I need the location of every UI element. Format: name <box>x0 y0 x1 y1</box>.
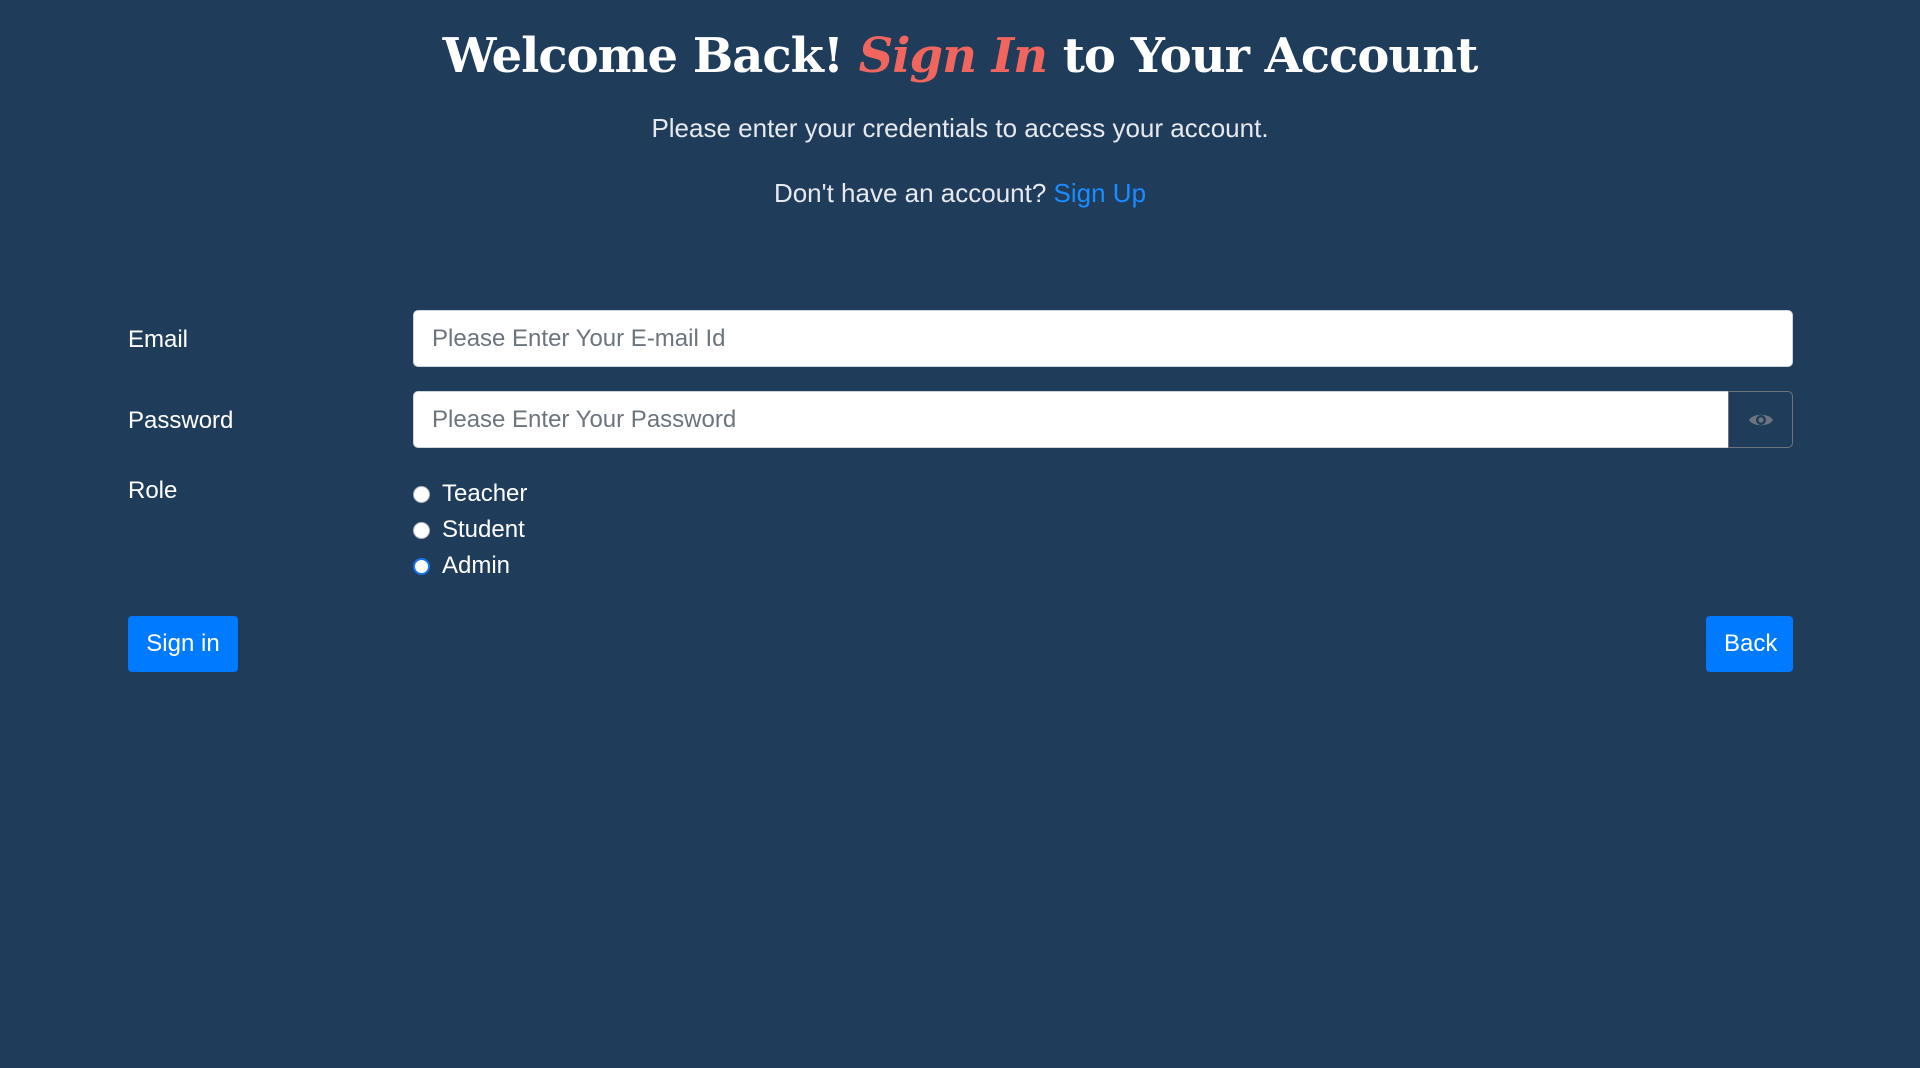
sign-in-button[interactable]: Sign in <box>128 616 238 672</box>
page-title: Welcome Back! Sign In to Your Account <box>0 28 1920 84</box>
role-option-teacher[interactable]: Teacher <box>413 476 527 512</box>
email-field[interactable] <box>413 310 1793 367</box>
signup-link[interactable]: Sign Up <box>1054 178 1147 208</box>
role-radio-student[interactable] <box>413 521 430 539</box>
password-label: Password <box>128 407 234 434</box>
password-field[interactable] <box>413 391 1729 448</box>
role-option-label: Admin <box>442 552 511 579</box>
role-option-label: Teacher <box>442 480 528 507</box>
role-option-label: Student <box>442 516 525 543</box>
title-accent: Sign In <box>858 28 1048 84</box>
role-option-admin[interactable]: Admin <box>413 548 527 584</box>
role-option-student[interactable]: Student <box>413 512 527 548</box>
signup-prompt: Don't have an account? <box>773 178 1054 208</box>
role-label: Role <box>128 477 178 504</box>
back-button[interactable]: Back <box>1706 616 1793 672</box>
role-radio-admin[interactable] <box>413 557 430 575</box>
signup-prompt-line: Don't have an account? Sign Up <box>0 178 1920 209</box>
title-text-end: to Your Account <box>1047 28 1479 84</box>
page-subtitle: Please enter your credentials to access … <box>651 113 1269 143</box>
eye-icon <box>1748 414 1773 425</box>
email-label: Email <box>128 326 189 353</box>
title-text-start: Welcome Back! <box>442 28 859 84</box>
role-radio-teacher[interactable] <box>413 485 430 503</box>
role-radio-group: Teacher Student Admin <box>413 476 527 584</box>
password-visibility-toggle[interactable] <box>1728 391 1793 448</box>
